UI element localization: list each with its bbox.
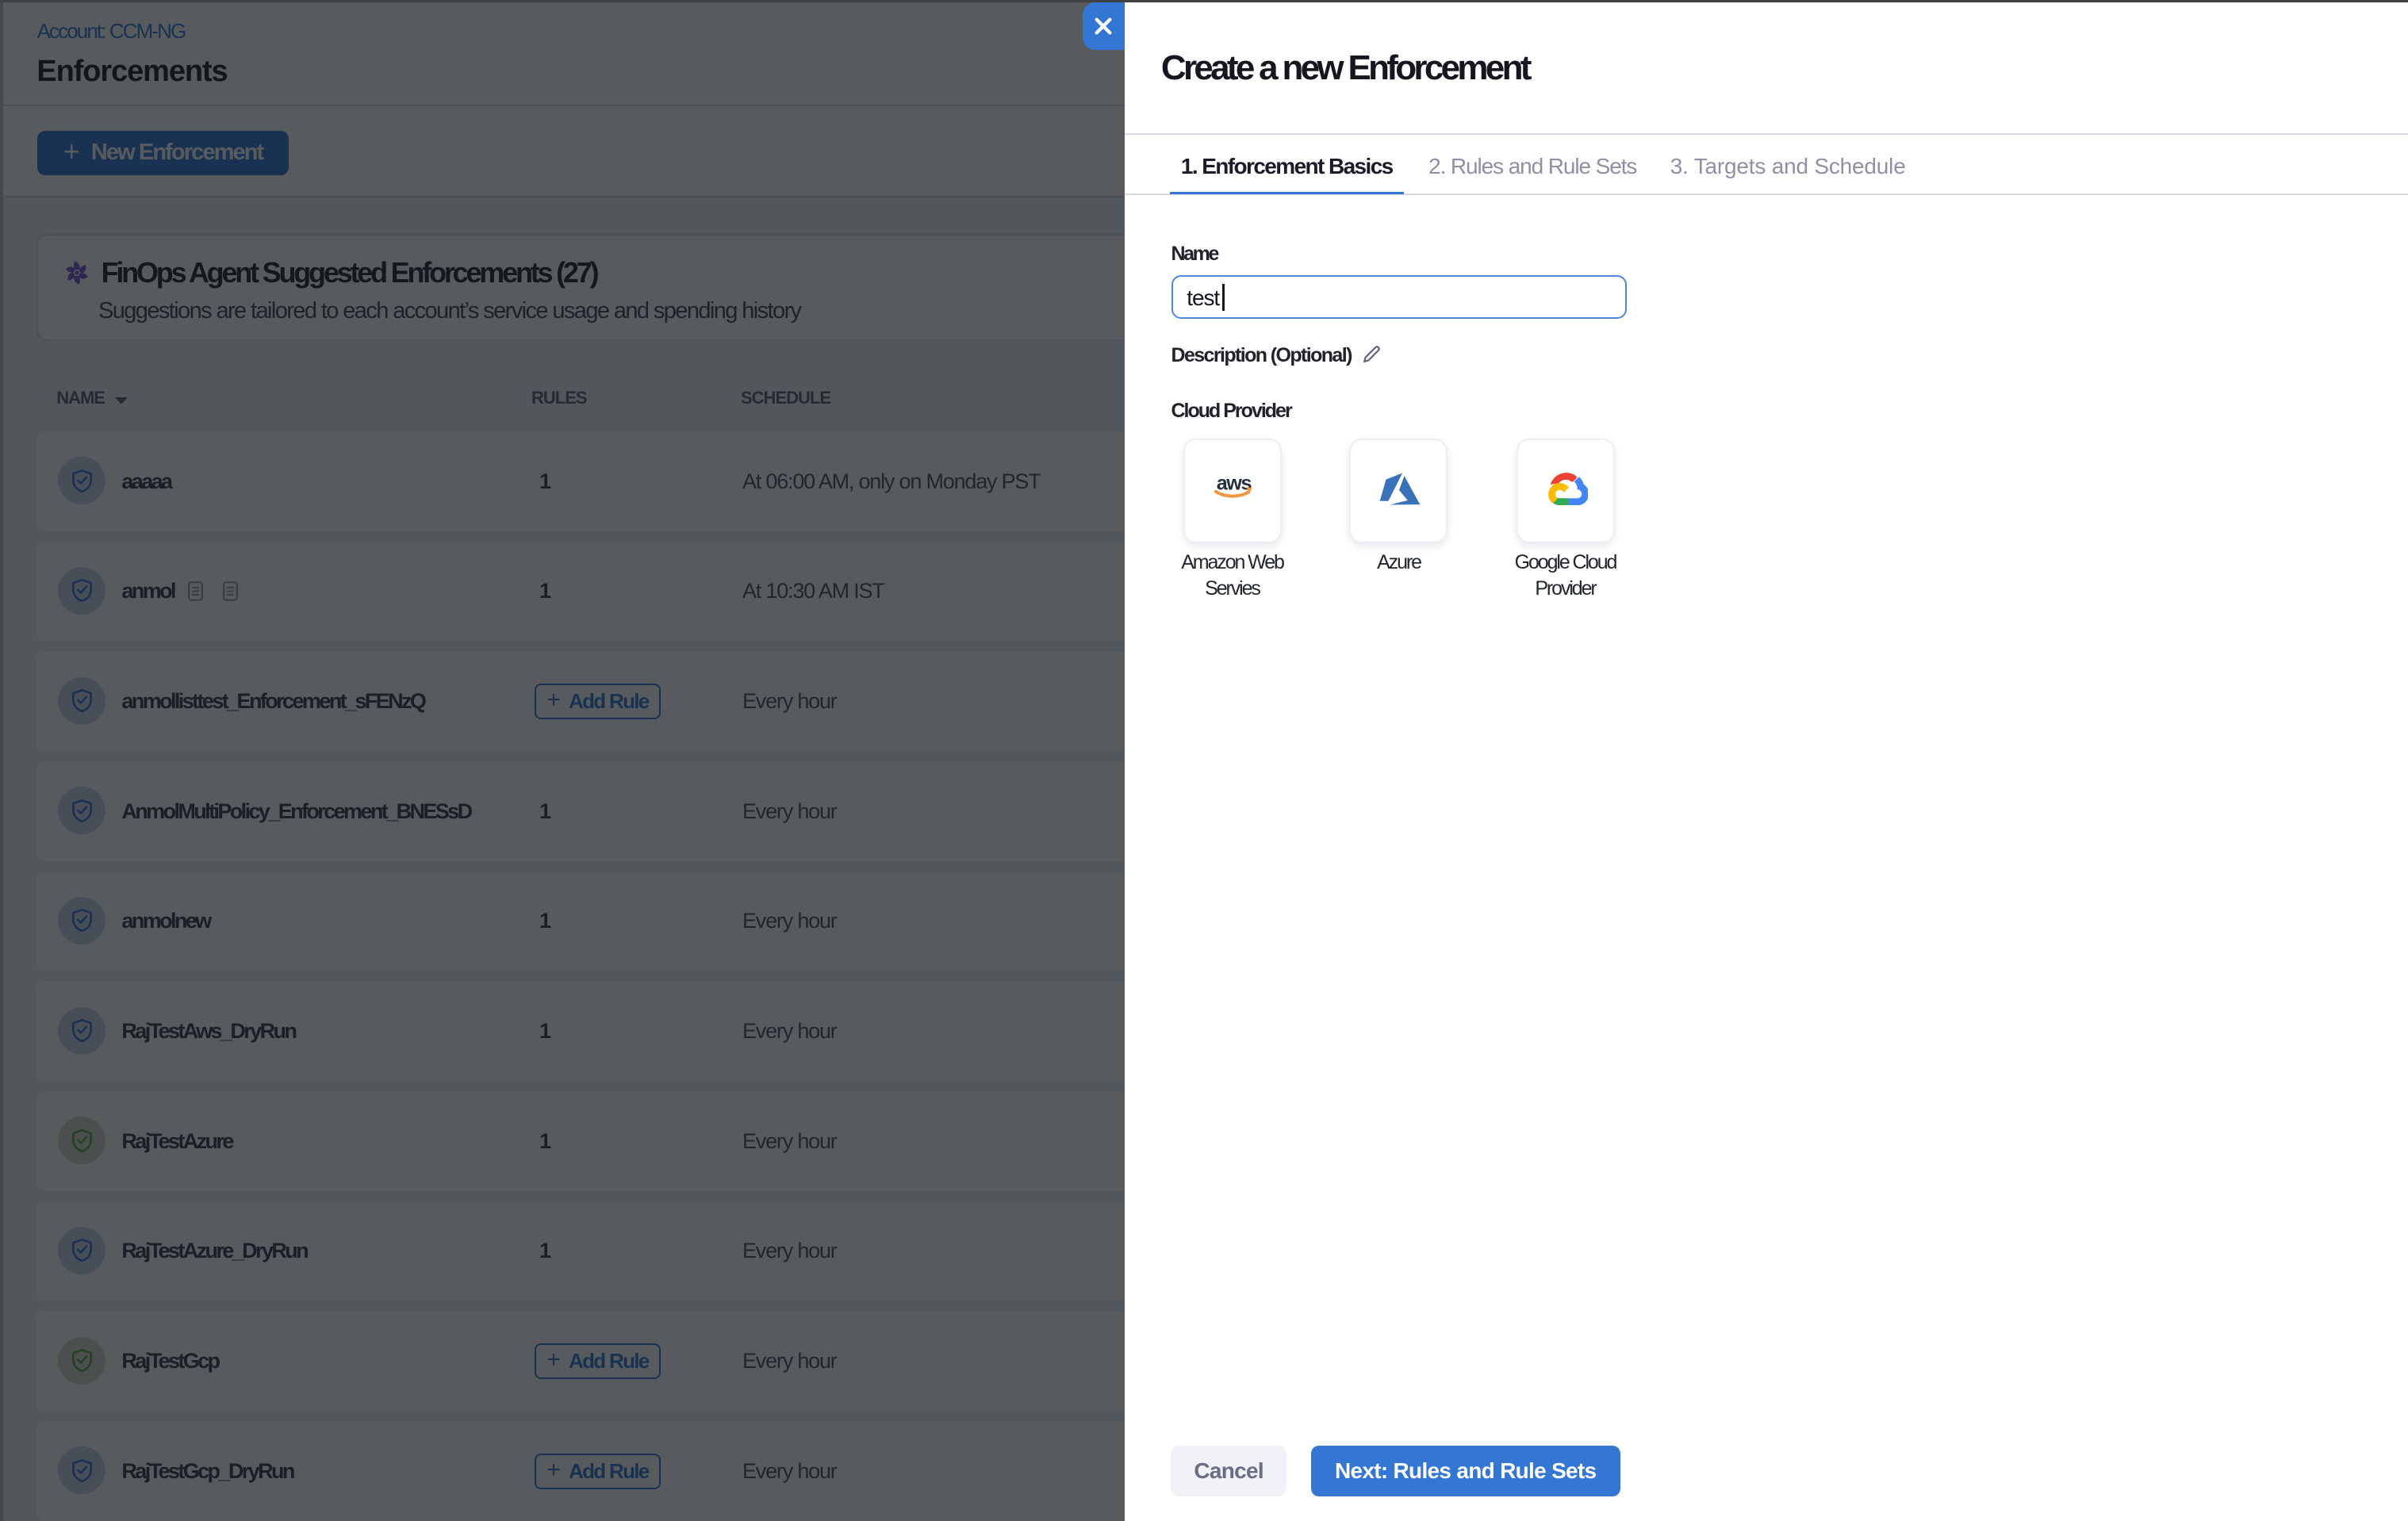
svg-text:aws: aws: [1217, 475, 1252, 494]
